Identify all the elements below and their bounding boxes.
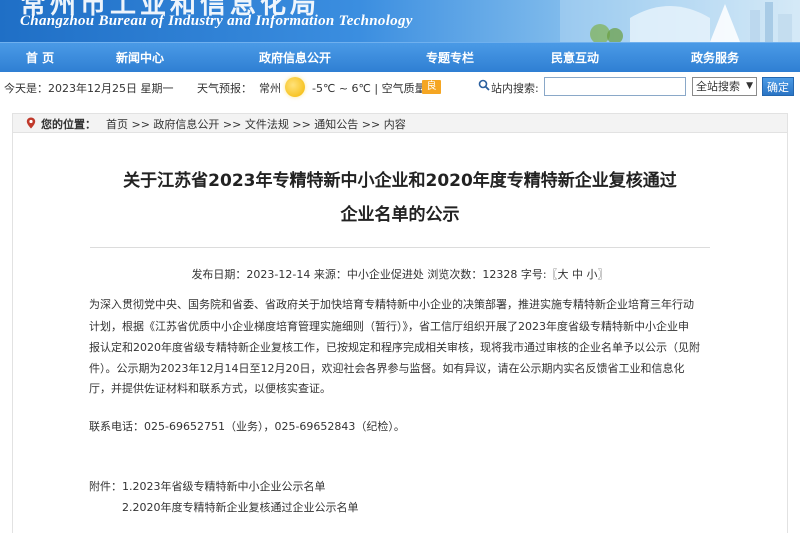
body-line: 为深入贯彻党中央、国务院和省委、省政府关于加快培育专精特新中小企业的决策部署，推… xyxy=(89,298,694,311)
attachment-link-1[interactable]: 1.2023年省级专精特新中小企业公示名单 xyxy=(122,478,762,494)
title-divider xyxy=(90,247,710,248)
article-meta: 发布日期：2023-12-14 来源：中小企业促进处 浏览次数：12328 字号… xyxy=(191,268,609,281)
nav-special[interactable]: 专题专栏 xyxy=(405,43,495,73)
breadcrumb-trail[interactable]: 首页 >> 政府信息公开 >> 文件法规 >> 通知公告 >> 内容 xyxy=(106,116,406,132)
site-title-en: Changzhou Bureau of Industry and Informa… xyxy=(20,13,413,29)
location-pin-icon xyxy=(26,117,36,129)
nav-gov-info[interactable]: 政府信息公开 xyxy=(245,43,345,73)
article-title-line-2: 企业名单的公示 xyxy=(340,205,460,225)
main-nav: 首 页 新闻中心 政府信息公开 专题专栏 民意互动 政务服务 xyxy=(0,42,800,72)
search-scope-select[interactable]: 全站搜索 ▼ xyxy=(692,77,757,96)
nav-home[interactable]: 首 页 xyxy=(0,43,80,73)
breadcrumb-label: 您的位置： xyxy=(41,118,96,131)
nav-news[interactable]: 新闻中心 xyxy=(95,43,185,73)
contact-phone: 联系电话：025-69652751（业务），025-69652843（纪检）。 xyxy=(89,420,405,433)
body-line: 件）。公示期为2023年12月14日至12月20日，欢迎社会各界参与监督。如有异… xyxy=(89,362,685,375)
nav-interaction[interactable]: 民意互动 xyxy=(530,43,620,73)
sun-icon xyxy=(285,77,305,97)
breadcrumb: 您的位置： 首页 >> 政府信息公开 >> 文件法规 >> 通知公告 >> 内容 xyxy=(12,113,788,133)
article-title-line-1: 关于江苏省2023年专精特新中小企业和2020年度专精特新企业复核通过 xyxy=(123,171,677,191)
site-banner: 常州市工业和信息化局 Changzhou Bureau of Industry … xyxy=(0,0,800,42)
air-quality-badge: 良 xyxy=(422,80,441,94)
body-line: 报认定和2020年度省级专精特新企业复核工作，已按规定和程序完成相关审核，现将我… xyxy=(89,341,700,354)
attachment-link-2[interactable]: 2.2020年度专精特新企业复核通过企业公示名单 xyxy=(122,499,762,515)
nav-services[interactable]: 政务服务 xyxy=(670,43,760,73)
search-submit-button[interactable]: 确定 xyxy=(762,77,794,96)
banner-skyline-graphic xyxy=(560,0,800,42)
weather-label: 天气预报： xyxy=(197,82,252,95)
body-line: 厅，并提供佐证材料和联系方式，以便核实查证。 xyxy=(89,382,331,395)
search-scope-value: 全站搜索 xyxy=(696,80,740,93)
body-line: 计划，根据《江苏省优质中小企业梯度培育管理实施细则（暂行）》，省工信厅组织开展了… xyxy=(89,320,689,333)
weather-temp: -5℃ ~ 6℃ | 空气质量: xyxy=(312,82,430,95)
weather-city: 常州 xyxy=(259,82,281,95)
search-icon xyxy=(478,79,490,91)
today-date: 今天是：2023年12月25日 星期一 xyxy=(4,82,174,95)
chevron-down-icon: ▼ xyxy=(746,81,753,91)
search-label: 站内搜索: xyxy=(491,82,539,95)
search-input[interactable] xyxy=(544,77,686,96)
